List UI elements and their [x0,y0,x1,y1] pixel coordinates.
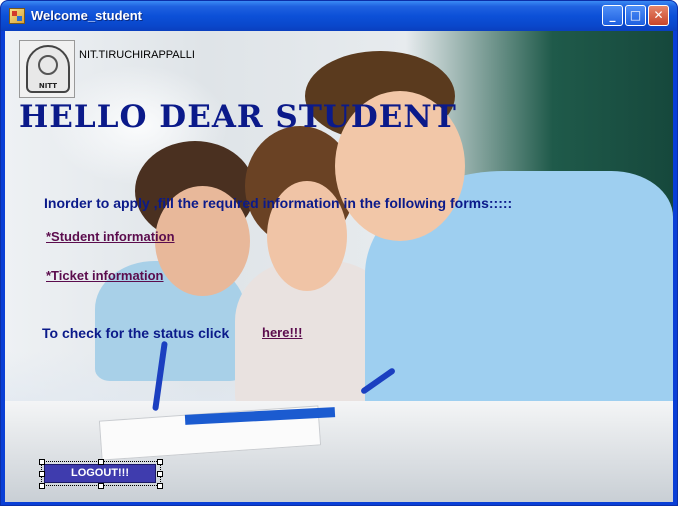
instruction-text: Inorder to apply ,fill the required info… [44,195,513,211]
student-information-link[interactable]: *Student information [46,229,175,244]
app-icon[interactable] [9,8,25,24]
minimize-button[interactable]: _ [602,5,623,26]
resize-handle[interactable] [98,459,104,465]
institute-name: NIT.TIRUCHIRAPPALLI [79,49,195,61]
page-heading: HELLO DEAR STUDENT [19,99,457,135]
resize-handle[interactable] [157,459,163,465]
form-background: NIT.TIRUCHIRAPPALLI HELLO DEAR STUDENT I… [5,31,673,502]
app-window: Welcome_student _ □ ✕ NIT.TIRUCHIRAPPALL… [0,0,678,506]
seal-emblem-icon [38,55,58,75]
status-prompt-text: To check for the status click [42,325,230,341]
institute-seal-icon [26,45,70,93]
resize-handle[interactable] [39,483,45,489]
resize-handle[interactable] [39,471,45,477]
maximize-button[interactable]: □ [625,5,646,26]
window-title: Welcome_student [31,8,143,23]
resize-handle[interactable] [98,483,104,489]
resize-handle[interactable] [157,471,163,477]
ticket-information-link[interactable]: *Ticket information [46,268,164,283]
close-button[interactable]: ✕ [648,5,669,26]
logout-button[interactable]: LOGOUT!!! [44,464,156,483]
resize-handle[interactable] [39,459,45,465]
title-bar[interactable]: Welcome_student _ □ ✕ [1,1,677,31]
logout-selection-frame: LOGOUT!!! [39,459,163,489]
status-here-link[interactable]: here!!! [262,325,302,340]
resize-handle[interactable] [157,483,163,489]
institute-logo [19,40,75,98]
